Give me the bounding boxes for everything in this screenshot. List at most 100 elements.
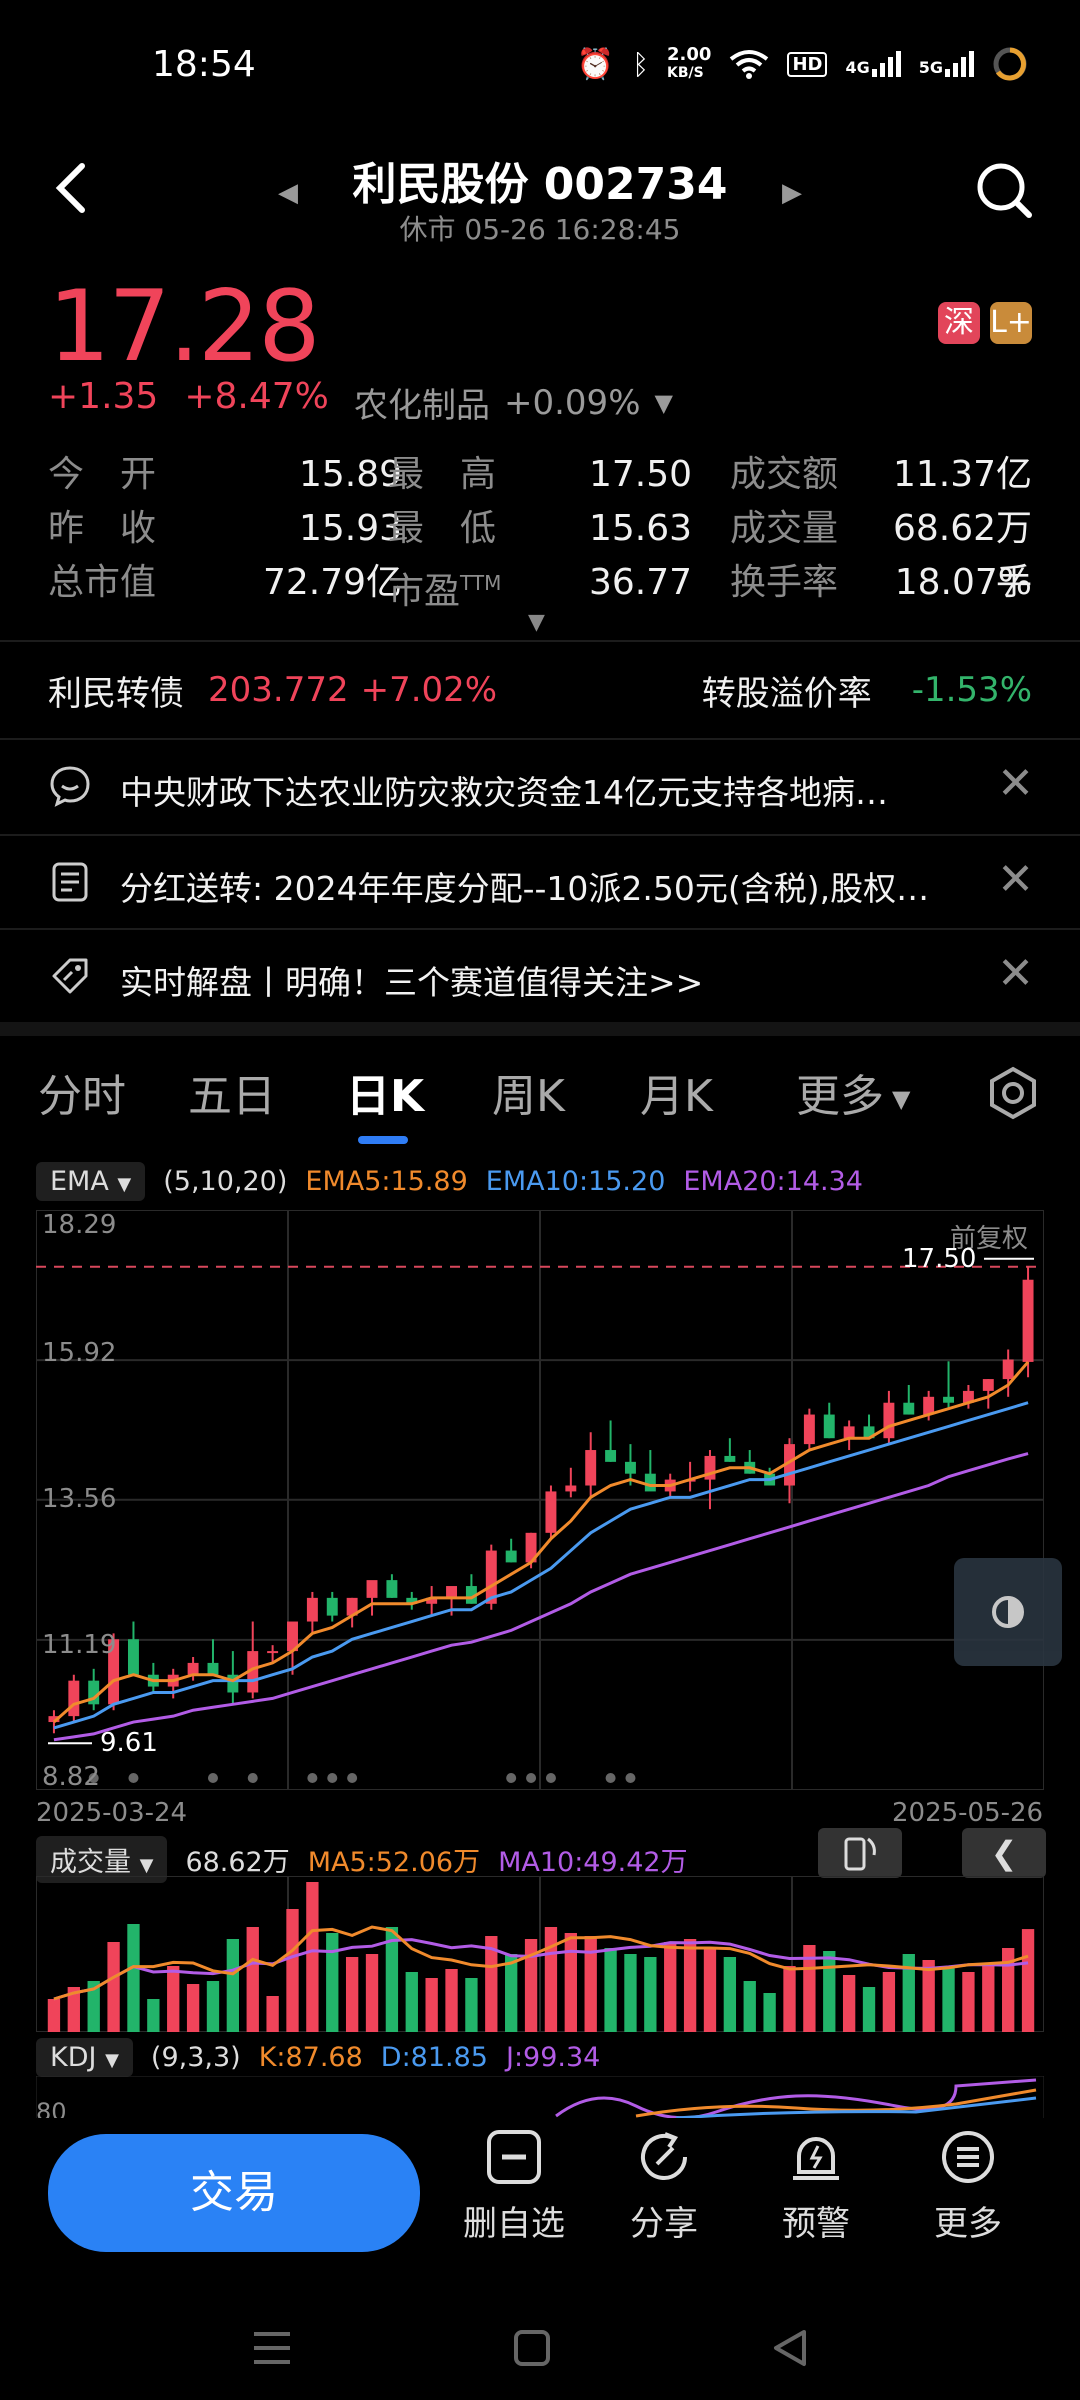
theme-toggle-button[interactable] [954,1558,1062,1666]
kdj-j: J:99.34 [505,2042,601,2073]
stat-volume-label: 成交量 [730,508,839,549]
next-stock-button[interactable]: ▶ [782,178,802,208]
ema10-value: EMA10:15.20 [485,1166,666,1197]
volume-bar [604,1948,617,2032]
candle-body [207,1662,219,1675]
home-icon[interactable] [512,2328,552,2368]
news-item[interactable]: 实时解盘丨明确！三个赛道值得关注>> ✕ [0,930,1080,1022]
candle-body [943,1396,955,1403]
status-bar: 18:54 ⏰ ᛒ 2.00 KB/S HD 4G 5G [0,0,1080,140]
kdj-d: D:81.85 [380,2042,488,2073]
high-marker: 17.50 [902,1244,977,1274]
trade-button[interactable]: 交易 [48,2134,420,2252]
tab-indicator [358,1136,408,1144]
volume-bar [564,1933,577,2032]
signal-4g-label: 4G [845,58,870,77]
premium-value: -1.53% [911,670,1032,710]
date-start: 2025-03-24 [36,1798,188,1828]
candle-body [68,1680,80,1717]
volume-bar [226,1939,240,2032]
rotate-screen-button[interactable] [818,1828,902,1878]
menu-icon[interactable] [252,2330,292,2366]
kdj-chart[interactable] [36,2076,1044,2120]
candle-body [624,1461,636,1474]
volume-bar [842,1975,856,2032]
stats-grid: 今 开 15.89 昨 收 15.93 总市值 72.79亿 最 高 17.50… [48,448,1032,618]
news-item[interactable]: 分红送转: 2024年年度分配--10派2.50元(含税),股权… ✕ [0,836,1080,928]
exchange-badge[interactable]: 深 [938,302,980,344]
expand-stats-button[interactable]: ▼ [528,610,545,635]
ema20-value: EMA20:14.34 [683,1166,863,1197]
volume-bar [664,1942,677,2032]
volume-name: 成交量 [50,1847,131,1878]
tag-icon [52,958,88,994]
kline-chart[interactable] [36,1210,1044,1790]
candle-body [1002,1359,1014,1380]
chat-icon [50,766,90,807]
bond-name: 利民转债 [48,673,184,714]
candle-body [386,1580,398,1598]
search-button[interactable] [974,160,1034,224]
candle-body [366,1580,378,1598]
volume-bar [246,1927,259,2032]
volume-bar [683,1939,697,2032]
candle-body [267,1651,279,1654]
share-icon [641,2132,687,2180]
back-nav-icon[interactable] [770,2328,810,2368]
volume-bar [445,1969,458,2032]
news-item[interactable]: 中央财政下达农业防灾救灾资金14亿元支持各地病… ✕ [0,740,1080,832]
page-title: 利民股份 002734 [352,159,728,210]
candle-body [446,1586,458,1598]
volume-chart[interactable] [36,1876,1044,2032]
stat-mcap-label: 总市值 [48,562,157,603]
tab-more[interactable]: 更多 ▼ [796,1060,910,1124]
tab-monthly-k[interactable]: 月K [640,1060,713,1124]
candle-body [903,1402,915,1415]
candle-body [505,1550,517,1563]
level2-badge[interactable]: L+ [990,302,1032,344]
event-dot [347,1773,358,1783]
alarm-icon: ⏰ [576,46,615,82]
candle-body [326,1597,338,1616]
tab-five-day[interactable]: 五日 [188,1060,276,1124]
stat-prev-value: 15.93 [298,508,402,549]
volume-bar [544,1927,558,2032]
remove-watchlist-button[interactable]: 删自选 [444,2128,584,2245]
tab-daily-k[interactable]: 日K [346,1060,424,1124]
stat-low-value: 15.63 [588,508,692,549]
tab-intraday[interactable]: 分时 [38,1060,126,1124]
kdj-selector[interactable]: KDJ ▼ [36,2038,133,2077]
event-dot [545,1773,556,1783]
bluetooth-icon: ᛒ [632,47,650,81]
close-icon[interactable]: ✕ [997,948,1034,999]
share-button[interactable]: 分享 [594,2128,734,2245]
volume-value: 68.62万 [185,1847,290,1878]
convertible-bond-row[interactable]: 利民转债 203.772 +7.02% 转股溢价率 -1.53% [48,640,1032,740]
caret-down-icon: ▼ [892,1085,911,1113]
status-time: 18:54 [152,44,256,85]
alert-button[interactable]: 预警 [746,2128,886,2245]
section-separator [0,1022,1080,1036]
event-dot [506,1773,517,1783]
kdj-legend: KDJ ▼ (9,3,3) K:87.68 D:81.85 J:99.34 [36,2038,600,2077]
kdj-params: (9,3,3) [150,2042,241,2073]
sector-percent: +0.09% [504,382,641,423]
candle-body [644,1473,656,1492]
more-button[interactable]: 更多 [898,2128,1038,2245]
chart-tabs: 分时 五日 日K 周K 月K 更多 ▼ [0,1060,1080,1144]
close-icon[interactable]: ✕ [997,758,1034,809]
tab-weekly-k[interactable]: 周K [492,1060,565,1124]
menu-circle-icon [942,2131,994,2183]
close-icon[interactable]: ✕ [997,854,1034,905]
sector-link[interactable]: 农化制品 +0.09% ▼ [354,378,673,427]
settings-hex-icon[interactable] [986,1066,1040,1120]
tab-more-label: 更多 [796,1071,884,1122]
news-text: 分红送转: 2024年年度分配--10派2.50元(含税),股权… [120,869,930,908]
collapse-button[interactable]: ❮ [962,1828,1046,1878]
volume-bar [1021,1929,1035,2032]
y-axis-3: 13.56 [42,1484,117,1514]
ema-selector[interactable]: EMA ▼ [36,1162,146,1201]
chevron-left-icon: ❮ [990,1834,1018,1872]
volume-bar [505,1954,518,2032]
kdj-k: K:87.68 [258,2042,363,2073]
